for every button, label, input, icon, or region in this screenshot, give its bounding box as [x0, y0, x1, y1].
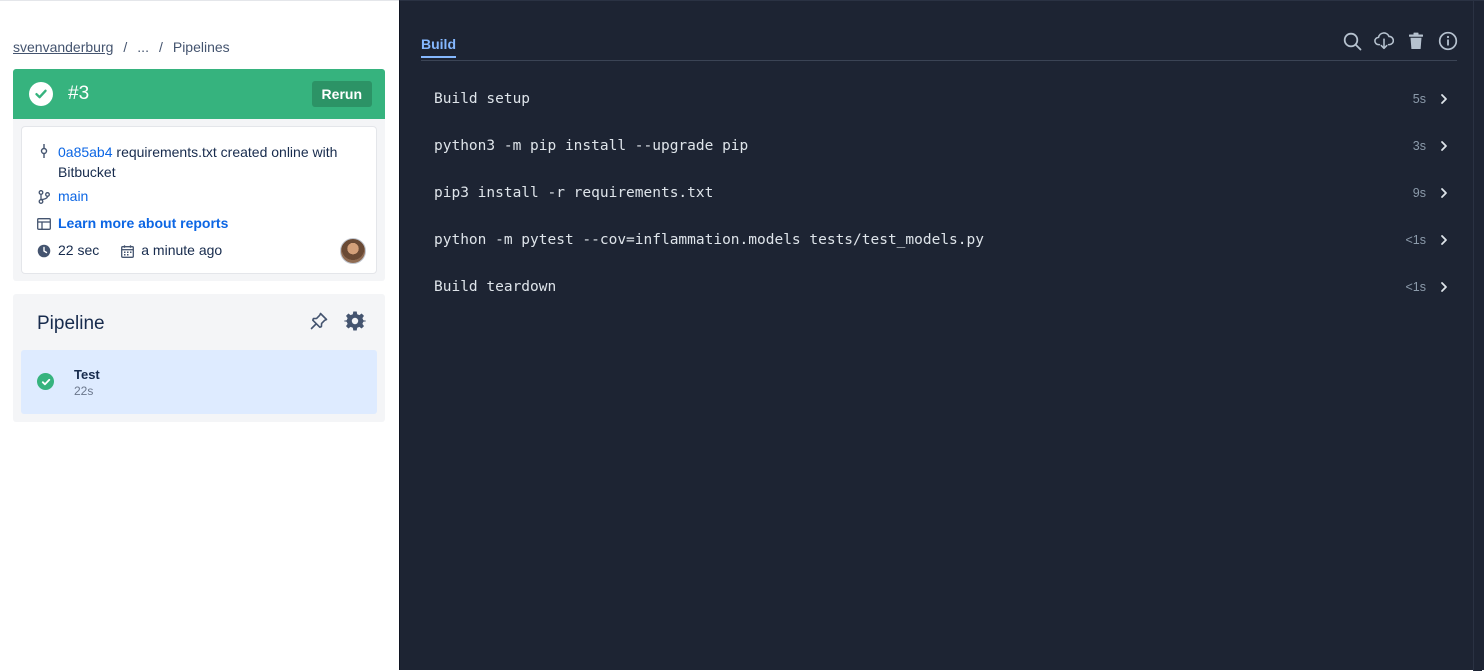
info-icon[interactable]	[1438, 31, 1458, 51]
pipeline-panel: Pipeline Test 22s	[13, 294, 385, 422]
avatar[interactable]	[340, 238, 366, 264]
chevron-right-icon	[1436, 185, 1452, 201]
log-step-duration: 9s	[1412, 185, 1426, 200]
build-started-time: a minute ago	[141, 242, 223, 258]
chevron-right-icon	[1436, 232, 1452, 248]
log-step-command: python3 -m pip install --upgrade pip	[434, 137, 749, 154]
build-log-panel: Build Build setup 5s python3 -m pip inst…	[399, 0, 1484, 671]
pipeline-step-test[interactable]: Test 22s	[21, 350, 377, 414]
timing-row: 22 sec a minute ago	[36, 242, 222, 260]
chevron-right-icon	[1436, 91, 1452, 107]
pipeline-sidebar: svenvanderburg / ... / Pipelines #3 Reru…	[0, 0, 399, 670]
chevron-right-icon	[1436, 138, 1452, 154]
log-step-command: python -m pytest --cov=inflammation.mode…	[434, 231, 984, 248]
log-step-command: pip3 install -r requirements.txt	[434, 184, 714, 201]
commit-hash-link[interactable]: 0a85ab4	[58, 144, 113, 160]
log-step-row[interactable]: pip3 install -r requirements.txt 9s	[422, 169, 1460, 216]
log-toolbar	[1342, 31, 1458, 51]
download-cloud-icon[interactable]	[1374, 31, 1394, 51]
branch-link[interactable]: main	[58, 188, 88, 204]
log-step-row[interactable]: python -m pytest --cov=inflammation.mode…	[422, 216, 1460, 263]
tab-build[interactable]: Build	[421, 36, 456, 58]
log-step-command: Build setup	[434, 90, 531, 107]
clock-icon	[36, 242, 52, 260]
pin-icon[interactable]	[309, 311, 329, 331]
log-step-list: Build setup 5s python3 -m pip install --…	[422, 75, 1460, 310]
report-icon	[36, 215, 52, 233]
breadcrumb-ellipsis[interactable]: ...	[137, 39, 149, 55]
step-name: Test	[74, 367, 100, 382]
breadcrumb-current[interactable]: Pipelines	[173, 39, 230, 55]
step-duration: 22s	[74, 384, 94, 398]
build-duration: 22 sec	[58, 242, 100, 258]
log-step-duration: 3s	[1412, 138, 1426, 153]
learn-more-reports-link[interactable]: Learn more about reports	[58, 215, 228, 231]
log-step-command: Build teardown	[434, 278, 557, 295]
log-step-duration: <1s	[1405, 279, 1426, 294]
breadcrumb-separator: /	[123, 39, 128, 55]
calendar-icon	[119, 242, 135, 260]
log-step-duration: 5s	[1412, 91, 1426, 106]
build-status-banner: #3 Rerun	[13, 69, 385, 119]
step-success-icon	[37, 373, 54, 390]
log-step-row[interactable]: Build teardown <1s	[422, 263, 1460, 310]
chevron-right-icon	[1436, 279, 1452, 295]
build-info-container: 0a85ab4 requirements.txt created online …	[13, 119, 385, 281]
breadcrumb-user-link[interactable]: svenvanderburg	[13, 39, 113, 55]
trash-icon[interactable]	[1406, 31, 1426, 51]
gear-icon[interactable]	[344, 310, 366, 332]
log-scrollbar[interactable]	[1473, 1, 1482, 671]
log-step-duration: <1s	[1405, 232, 1426, 247]
log-step-row[interactable]: Build setup 5s	[422, 75, 1460, 122]
commit-icon	[36, 142, 52, 160]
breadcrumb: svenvanderburg / ... / Pipelines	[13, 39, 230, 55]
log-step-row[interactable]: python3 -m pip install --upgrade pip 3s	[422, 122, 1460, 169]
build-info-card: 0a85ab4 requirements.txt created online …	[21, 126, 377, 274]
commit-description: 0a85ab4 requirements.txt created online …	[58, 142, 358, 182]
reports-row: Learn more about reports	[36, 215, 228, 233]
branch-row: main	[36, 188, 88, 206]
search-icon[interactable]	[1342, 31, 1362, 51]
build-number: #3	[68, 83, 90, 104]
commit-row: 0a85ab4 requirements.txt created online …	[36, 142, 358, 182]
pipeline-title: Pipeline	[37, 313, 105, 334]
rerun-button[interactable]: Rerun	[311, 81, 372, 107]
success-check-icon	[29, 82, 53, 106]
tab-divider	[421, 60, 1457, 61]
breadcrumb-separator: /	[158, 39, 163, 55]
branch-icon	[36, 188, 52, 206]
